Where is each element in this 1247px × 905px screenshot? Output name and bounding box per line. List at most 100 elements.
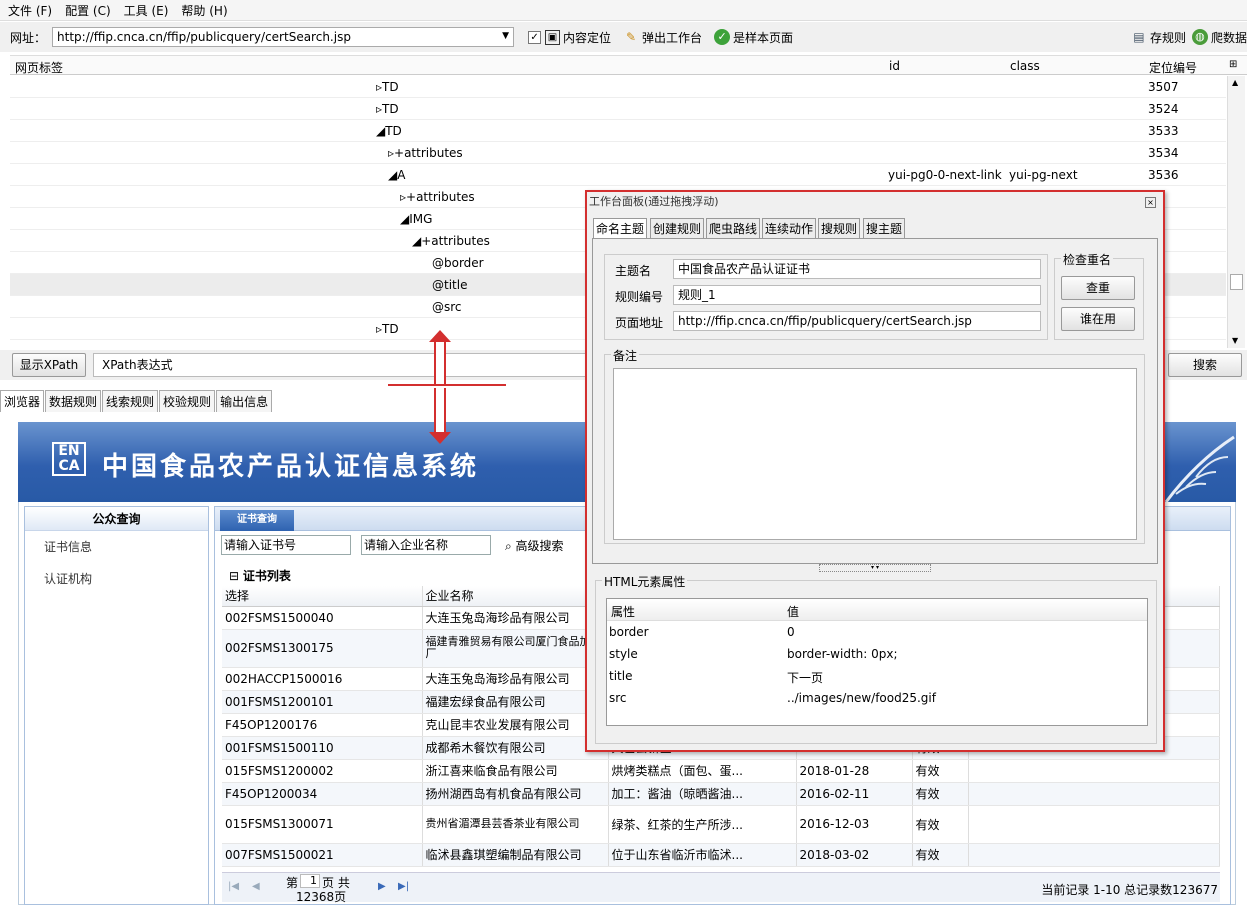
tab-check-rule[interactable]: 校验规则 — [159, 390, 216, 412]
cell-cert-no[interactable]: 015FSMS1300071 — [222, 805, 423, 844]
html-attr-label: HTML元素属性 — [602, 573, 688, 590]
attr-col-value[interactable]: 值 — [787, 603, 799, 620]
first-page-icon[interactable]: |◀ — [228, 881, 239, 892]
dialog-close-icon[interactable]: × — [1145, 197, 1156, 208]
tab-output[interactable]: 输出信息 — [216, 390, 273, 412]
left-nav: 公众查询 证书信息 认证机构 — [24, 506, 209, 905]
popup-workbench-button[interactable]: ✎ 弹出工作台 — [623, 29, 702, 46]
cell-cert-no[interactable]: 001FSMS1200101 — [222, 690, 423, 714]
note-textarea[interactable] — [613, 368, 1137, 540]
collapse-icon[interactable]: ⊟ — [229, 569, 243, 583]
attr-row[interactable]: style border-width: 0px; — [607, 643, 1147, 665]
search-button[interactable]: 搜索 — [1168, 353, 1242, 377]
tree-loc: 3536 — [1148, 168, 1179, 182]
col-loc[interactable]: 定位编号 — [1149, 59, 1197, 76]
last-page-icon[interactable]: ▶| — [398, 881, 409, 892]
col-id[interactable]: id — [889, 59, 900, 73]
crawl-data-button[interactable]: ◍ 爬数据 — [1191, 29, 1247, 46]
splitter-handle[interactable]: ▾ ▾ — [819, 564, 931, 572]
attr-row[interactable]: border 0 — [607, 621, 1147, 643]
who-uses-button[interactable]: 谁在用 — [1061, 307, 1135, 331]
cell-cert-no[interactable]: 007FSMS1500021 — [222, 843, 423, 867]
cell-cert-no[interactable]: 015FSMS1200002 — [222, 759, 423, 783]
cell-cert-no[interactable]: F45OP1200034 — [222, 782, 423, 806]
column-chooser-icon[interactable]: ⊞ — [1229, 59, 1237, 70]
tree-row[interactable]: ▹TD 3507 — [10, 76, 1226, 98]
tab-crawler-route[interactable]: 爬虫路线 — [706, 218, 761, 238]
prev-page-icon[interactable]: ◀ — [252, 881, 260, 892]
scroll-up-icon[interactable]: ▲ — [1232, 78, 1238, 87]
cert-list-title: ⊟ 证书列表 — [229, 567, 291, 584]
tab-search-theme[interactable]: 搜主题 — [863, 218, 906, 238]
tab-continuous-action[interactable]: 连续动作 — [762, 218, 817, 238]
url-text: http://ffip.cnca.cn/ffip/publicquery/cer… — [57, 30, 351, 44]
save-rule-label: 存规则 — [1149, 30, 1186, 45]
tree-node-label: @border — [432, 256, 484, 270]
tree-row[interactable]: ◢A yui-pg0-0-next-link yui-pg-next 3536 — [10, 164, 1226, 186]
attr-row[interactable]: src ../images/new/food25.gif — [607, 687, 1147, 725]
table-row[interactable]: F45OP1200034 扬州湖西岛有机食品有限公司 加工：酱油（晾晒酱油... 20… — [222, 782, 1220, 806]
tree-row[interactable]: ◢TD 3533 — [10, 120, 1226, 142]
menu-config[interactable]: 配置 (C) — [60, 2, 116, 19]
url-dropdown-icon[interactable]: ▼ — [502, 31, 509, 41]
next-page-icon[interactable]: ▶ — [378, 881, 386, 892]
menu-tools[interactable]: 工具 (E) — [119, 2, 174, 19]
check-duplicate-button[interactable]: 查重 — [1061, 276, 1135, 300]
tab-clue-rule[interactable]: 线索规则 — [102, 390, 159, 412]
nav-item-cert-org[interactable]: 认证机构 — [25, 563, 208, 595]
tab-create-rule[interactable]: 创建规则 — [650, 218, 705, 238]
attr-value: 下一页 — [787, 671, 824, 685]
cell-cert-no[interactable]: 002FSMS1500040 — [222, 606, 423, 630]
table-row[interactable]: 015FSMS1300071 贵州省湄潭县芸香茶业有限公司 绿茶、红茶的生产所涉..… — [222, 805, 1220, 844]
col-tag[interactable]: 网页标签 — [15, 59, 63, 76]
tree-row[interactable]: ▹+attributes 3534 — [10, 142, 1226, 164]
url-input[interactable]: http://ffip.cnca.cn/ffip/publicquery/cer… — [52, 27, 515, 47]
tab-search-rule[interactable]: 搜规则 — [818, 218, 861, 238]
table-row[interactable]: 015FSMS1200002 浙江喜来临食品有限公司 烘烤类糕点（面包、蛋... 20… — [222, 759, 1220, 783]
tree-node-label: @src — [432, 300, 462, 314]
rule-number-label: 规则编号 — [615, 290, 664, 304]
dialog-title[interactable]: 工作台面板(通过拖拽浮动) — [587, 192, 1163, 212]
th-company[interactable]: 企业名称 — [422, 586, 609, 607]
th-select[interactable]: 选择 — [222, 586, 423, 607]
cell-cert-no[interactable]: F45OP1200176 — [222, 713, 423, 737]
theme-name-field[interactable]: 中国食品农产品认证证书 — [673, 259, 1041, 279]
wheat-icon — [1164, 435, 1235, 502]
tab-data-rule[interactable]: 数据规则 — [45, 390, 102, 412]
show-xpath-button[interactable]: 显示XPath — [12, 353, 86, 377]
col-class[interactable]: class — [1010, 59, 1040, 73]
scroll-down-icon[interactable]: ▼ — [1232, 336, 1238, 345]
tab-browser[interactable]: 浏览器 — [0, 390, 45, 412]
cell-company: 扬州湖西岛有机食品有限公司 — [422, 782, 609, 806]
drag-arrow-up-icon — [434, 340, 446, 384]
attr-row[interactable]: title 下一页 — [607, 665, 1147, 687]
rule-number-field[interactable]: 规则_1 — [673, 285, 1041, 305]
content-locate-label: 内容定位 — [563, 30, 612, 45]
cell-extra — [968, 782, 1220, 806]
attr-col-name[interactable]: 属性 — [611, 603, 635, 620]
company-name-input[interactable]: 请输入企业名称 — [361, 535, 491, 555]
attr-name: style — [609, 647, 638, 661]
tree-row[interactable]: ▹TD 3524 — [10, 98, 1226, 120]
tab-name-theme[interactable]: 命名主题 — [593, 218, 648, 239]
nav-item-cert-info[interactable]: 证书信息 — [25, 531, 208, 563]
table-row[interactable]: 007FSMS1500021 临沭县鑫琪塑编制品有限公司 位于山东省临沂市临沭...… — [222, 843, 1220, 867]
cell-cert-no[interactable]: 001FSMS1500110 — [222, 736, 423, 760]
page-url-field[interactable]: http://ffip.cnca.cn/ffip/publicquery/cer… — [673, 311, 1041, 331]
tab-cert-query[interactable]: 证书查询 — [220, 510, 294, 531]
content-locate-toggle[interactable]: ✓ ▣ 内容定位 — [528, 29, 611, 46]
tree-scrollbar[interactable]: ▲ ▼ — [1227, 76, 1245, 348]
menu-file[interactable]: 文件 (F) — [3, 2, 57, 19]
menu-help[interactable]: 帮助 (H) — [176, 2, 232, 19]
cell-cert-no[interactable]: 002FSMS1300175 — [222, 629, 423, 668]
cert-number-input[interactable]: 请输入证书号 — [221, 535, 351, 555]
advanced-search-link[interactable]: ⌕ 高级搜索 — [505, 537, 564, 554]
scroll-thumb[interactable] — [1230, 274, 1243, 290]
checkbox-icon[interactable]: ✓ — [528, 30, 542, 44]
check-circle-icon: ✓ — [714, 29, 731, 45]
workbench-dialog[interactable]: 工作台面板(通过拖拽浮动) × 命名主题 创建规则 爬虫路线 连续动作 搜规则 … — [585, 190, 1165, 752]
page-number-input[interactable]: 1 — [300, 874, 320, 888]
cell-cert-no[interactable]: 002HACCP1500016 — [222, 667, 423, 691]
sample-page-button[interactable]: ✓ 是样本页面 — [714, 29, 793, 46]
save-rule-button[interactable]: ▤ 存规则 — [1131, 29, 1186, 46]
